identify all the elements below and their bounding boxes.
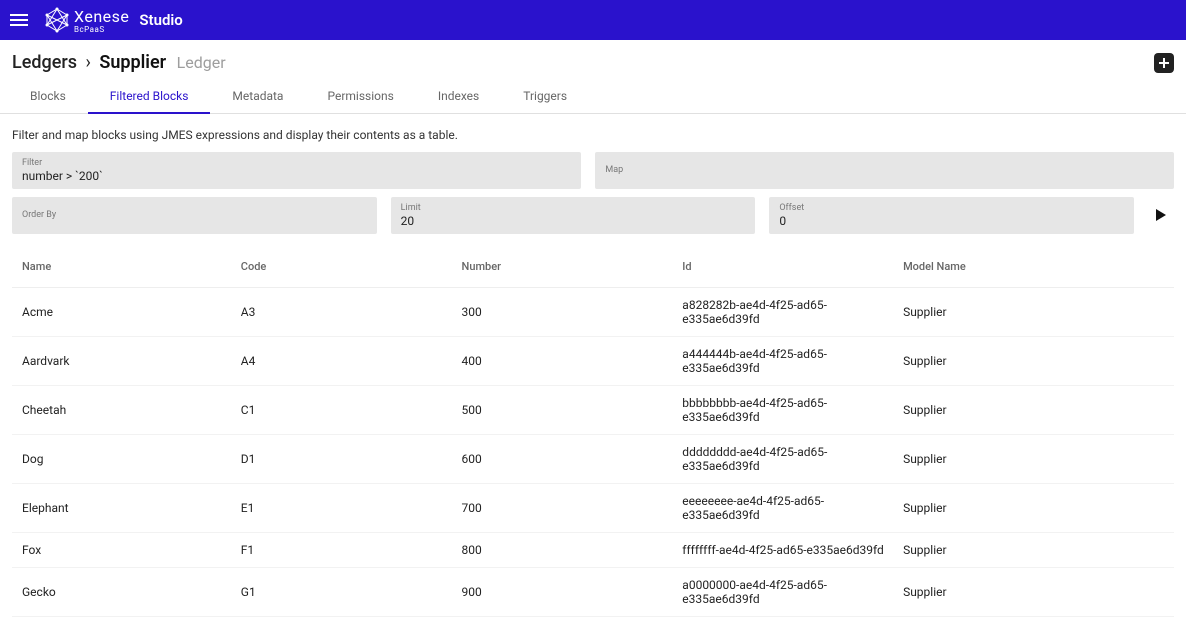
col-id[interactable]: Id <box>674 246 895 288</box>
brand-text: Xenese BcPaaS <box>74 7 129 34</box>
offset-value: 0 <box>779 214 1124 228</box>
limit-label: Limit <box>401 203 746 214</box>
page-description: Filter and map blocks using JMES express… <box>0 114 1186 152</box>
cell-id: bbbbbbbb-ae4d-4f25-ad65-e335ae6d39fd <box>674 385 895 434</box>
cell-id: a0000000-ae4d-4f25-ad65-e335ae6d39fd <box>674 567 895 616</box>
cell-number: 300 <box>454 287 675 336</box>
cell-model: Supplier <box>895 336 1174 385</box>
plus-icon <box>1158 57 1170 69</box>
cell-code: E1 <box>233 483 454 532</box>
cell-model: Supplier <box>895 483 1174 532</box>
cell-id: a828282b-ae4d-4f25-ad65-e335ae6d39fd <box>674 287 895 336</box>
breadcrumb-current: Supplier <box>99 52 166 73</box>
cell-name: Aardvark <box>12 336 233 385</box>
cell-name: Gecko <box>12 567 233 616</box>
cell-name: Fox <box>12 532 233 567</box>
tab-filtered-blocks[interactable]: Filtered Blocks <box>88 81 211 113</box>
tab-indexes[interactable]: Indexes <box>416 81 501 113</box>
tab-permissions[interactable]: Permissions <box>305 81 415 113</box>
cell-id: a444444b-ae4d-4f25-ad65-e335ae6d39fd <box>674 336 895 385</box>
map-label: Map <box>605 165 1164 176</box>
tab-triggers[interactable]: Triggers <box>501 81 589 113</box>
tab-metadata[interactable]: Metadata <box>210 81 305 113</box>
col-model[interactable]: Model Name <box>895 246 1174 288</box>
cell-name: Acme <box>12 287 233 336</box>
offset-input[interactable]: Offset 0 <box>769 197 1134 234</box>
add-button[interactable] <box>1154 53 1174 73</box>
page-header: Ledgers › Supplier Ledger <box>0 40 1186 77</box>
table-row[interactable]: DogD1600dddddddd-ae4d-4f25-ad65-e335ae6d… <box>12 434 1174 483</box>
offset-label: Offset <box>779 203 1124 214</box>
play-icon <box>1153 207 1169 223</box>
studio-label: Studio <box>139 11 182 29</box>
filter-input[interactable]: Filter number > `200` <box>12 152 581 189</box>
brand-main: Xenese <box>74 7 129 26</box>
cell-number: 400 <box>454 336 675 385</box>
limit-input[interactable]: Limit 20 <box>391 197 756 234</box>
brand-sub: BcPaaS <box>74 26 129 34</box>
cell-model: Supplier <box>895 532 1174 567</box>
cell-model: Supplier <box>895 287 1174 336</box>
table-row[interactable]: AardvarkA4400a444444b-ae4d-4f25-ad65-e33… <box>12 336 1174 385</box>
run-button[interactable] <box>1148 197 1174 234</box>
limit-value: 20 <box>401 214 746 228</box>
col-code[interactable]: Code <box>233 246 454 288</box>
results-table: Name Code Number Id Model Name AcmeA3300… <box>0 242 1186 637</box>
tabs: BlocksFiltered BlocksMetadataPermissions… <box>0 81 1186 114</box>
cell-name: Dog <box>12 434 233 483</box>
cell-model: Supplier <box>895 385 1174 434</box>
table-row[interactable]: GeckoG1900a0000000-ae4d-4f25-ad65-e335ae… <box>12 567 1174 616</box>
cell-id: eeeeeeee-ae4d-4f25-ad65-e335ae6d39fd <box>674 483 895 532</box>
orderby-label: Order By <box>22 210 367 221</box>
breadcrumb-type: Ledger <box>171 53 226 72</box>
cell-code: A3 <box>233 287 454 336</box>
map-input[interactable]: Map <box>595 152 1174 189</box>
top-bar: Xenese BcPaaS Studio <box>0 0 1186 40</box>
cell-name: Elephant <box>12 483 233 532</box>
breadcrumb: Ledgers › Supplier Ledger <box>12 52 226 73</box>
table-row[interactable]: FoxF1800ffffffff-ae4d-4f25-ad65-e335ae6d… <box>12 532 1174 567</box>
table-header-row: Name Code Number Id Model Name <box>12 246 1174 288</box>
col-number[interactable]: Number <box>454 246 675 288</box>
cell-code: F1 <box>233 532 454 567</box>
cell-id: ffffffff-ae4d-4f25-ad65-e335ae6d39fd <box>674 532 895 567</box>
table-row[interactable]: AcmeA3300a828282b-ae4d-4f25-ad65-e335ae6… <box>12 287 1174 336</box>
chevron-right-icon: › <box>81 52 94 73</box>
cell-name: Cheetah <box>12 385 233 434</box>
table-row[interactable]: CheetahC1500bbbbbbbb-ae4d-4f25-ad65-e335… <box>12 385 1174 434</box>
cell-code: C1 <box>233 385 454 434</box>
cell-number: 800 <box>454 532 675 567</box>
cell-code: G1 <box>233 567 454 616</box>
cell-model: Supplier <box>895 567 1174 616</box>
cell-number: 600 <box>454 434 675 483</box>
cell-id: dddddddd-ae4d-4f25-ad65-e335ae6d39fd <box>674 434 895 483</box>
col-name[interactable]: Name <box>12 246 233 288</box>
menu-icon[interactable] <box>10 9 32 31</box>
cell-number: 500 <box>454 385 675 434</box>
orderby-input[interactable]: Order By <box>12 197 377 234</box>
breadcrumb-section[interactable]: Ledgers <box>12 52 77 73</box>
cell-model: Supplier <box>895 434 1174 483</box>
cell-number: 900 <box>454 567 675 616</box>
filter-panel: Filter number > `200` Map Order By Limit… <box>0 152 1186 234</box>
filter-label: Filter <box>22 158 571 169</box>
logo-icon <box>44 7 70 33</box>
cell-number: 700 <box>454 483 675 532</box>
brand-logo[interactable]: Xenese BcPaaS <box>44 7 129 34</box>
table-row[interactable]: ElephantE1700eeeeeeee-ae4d-4f25-ad65-e33… <box>12 483 1174 532</box>
cell-code: D1 <box>233 434 454 483</box>
cell-code: A4 <box>233 336 454 385</box>
tab-blocks[interactable]: Blocks <box>8 81 88 113</box>
filter-value: number > `200` <box>22 169 571 183</box>
